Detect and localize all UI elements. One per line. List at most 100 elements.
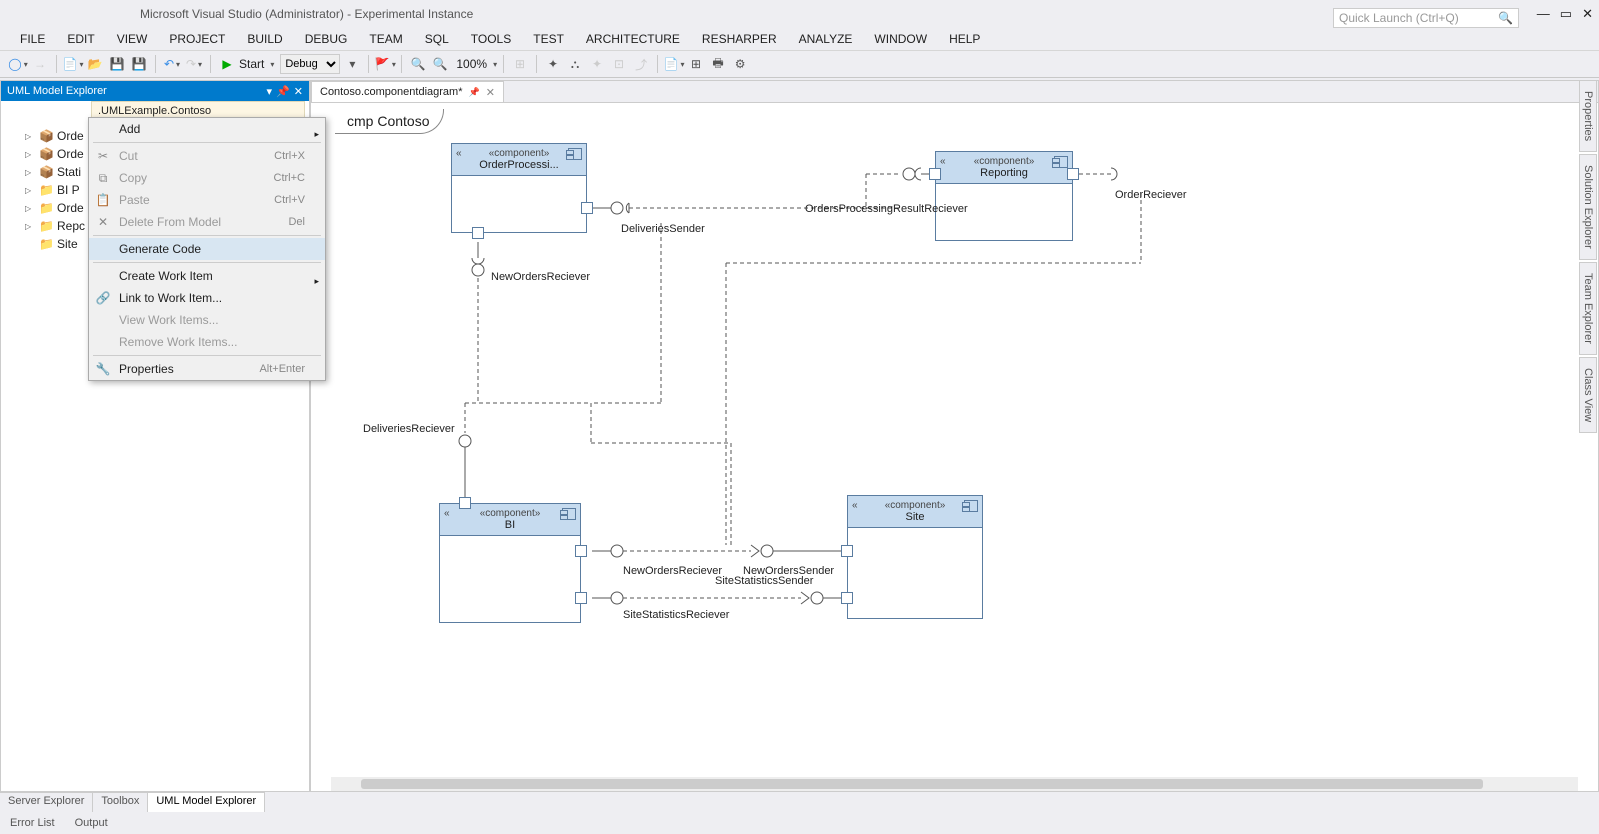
tool-icon[interactable]: ⛬ [565,54,585,74]
context-menu-item[interactable]: 🔗Link to Work Item... [89,287,325,309]
start-dropdown-icon[interactable]: ▾ [270,60,274,69]
save-all-button[interactable]: 💾 [129,54,149,74]
menu-build[interactable]: BUILD [237,30,292,48]
config-dropdown[interactable]: Debug [280,54,340,74]
component-orderprocessing[interactable]: ««component»OrderProcessi... [451,143,587,233]
port[interactable] [581,202,593,214]
menu-window[interactable]: WINDOW [864,30,937,48]
bottom-panel-tabs: Server Explorer Toolbox UML Model Explor… [0,792,265,812]
connector-label: SiteStatisticsSender [715,575,813,587]
port[interactable] [841,545,853,557]
side-tab-class-view[interactable]: Class View [1579,357,1597,433]
tool-icon[interactable]: 📄 [664,54,684,74]
tool-icon[interactable]: 🖶 [708,54,728,74]
zoom-dropdown-icon[interactable]: ▾ [493,60,497,69]
start-button[interactable]: ▶ [217,54,237,74]
connector-label: SiteStatisticsReciever [623,609,729,621]
diagram-canvas[interactable]: cmp Contoso [311,103,1598,775]
start-label[interactable]: Start [239,57,268,71]
tab-server-explorer[interactable]: Server Explorer [0,793,93,812]
tool-icon[interactable]: ✦ [543,54,563,74]
tool-icon[interactable]: ✦ [587,54,607,74]
separator [210,55,211,73]
pin-tab-icon[interactable]: 📌 [468,87,479,98]
tool-icon[interactable]: ⊞ [510,54,530,74]
menu-test[interactable]: TEST [523,30,574,48]
save-button[interactable]: 💾 [107,54,127,74]
back-button[interactable]: ◯ [8,54,28,74]
component-site[interactable]: ««component»Site [847,495,983,619]
window-controls: — ▭ ✕ [1537,6,1593,22]
port[interactable] [841,592,853,604]
minimize-icon[interactable]: — [1537,6,1550,22]
connector-label: DeliveriesReciever [363,423,455,435]
menu-file[interactable]: FILE [10,30,55,48]
tab-output[interactable]: Output [65,815,118,831]
menu-tools[interactable]: TOOLS [461,30,521,48]
side-tab-solution-explorer[interactable]: Solution Explorer [1579,154,1597,260]
menu-analyze[interactable]: ANALYZE [789,30,863,48]
tab-toolbox[interactable]: Toolbox [93,793,148,812]
status-bar-tabs: Error List Output [0,812,118,834]
port[interactable] [1067,168,1079,180]
undo-button[interactable]: ↶ [162,54,182,74]
port[interactable] [459,497,471,509]
connector-label: NewOrdersReciever [491,271,590,283]
zoom-in-icon[interactable]: 🔍 [408,54,428,74]
tab-uml-model-explorer[interactable]: UML Model Explorer [148,793,265,812]
zoom-out-icon[interactable]: 🔍 [430,54,450,74]
horizontal-scrollbar[interactable] [331,777,1578,791]
dropdown-icon[interactable]: ▾ [267,85,273,98]
menu-architecture[interactable]: ARCHITECTURE [576,30,690,48]
close-icon[interactable]: ✕ [1582,6,1593,22]
context-menu-item: 📋PasteCtrl+V [89,189,325,211]
context-menu-item[interactable]: Generate Code [89,238,325,260]
tool-icon[interactable]: ⤴ [631,54,651,74]
tool-icon[interactable]: ⊡ [609,54,629,74]
separator [368,55,369,73]
menu-resharper[interactable]: RESHARPER [692,30,787,48]
menu-team[interactable]: TEAM [359,30,412,48]
document-tab[interactable]: Contoso.componentdiagram* 📌 ✕ [311,81,504,102]
port[interactable] [575,545,587,557]
new-file-button[interactable]: 📄 [63,54,83,74]
quick-launch-input[interactable]: Quick Launch (Ctrl+Q) 🔍 [1333,8,1519,28]
menu-sql[interactable]: SQL [415,30,459,48]
context-menu-item[interactable]: 🔧PropertiesAlt+Enter [89,358,325,380]
close-tab-icon[interactable]: ✕ [486,86,495,99]
component-reporting[interactable]: ««component»Reporting [935,151,1073,241]
tool-icon[interactable]: ⚙ [730,54,750,74]
menu-edit[interactable]: EDIT [57,30,104,48]
separator [536,55,537,73]
separator [155,55,156,73]
config-more-icon[interactable]: ▾ [342,54,362,74]
context-menu-item[interactable]: Create Work Item [89,265,325,287]
menu-help[interactable]: HELP [939,30,990,48]
separator [401,55,402,73]
restore-icon[interactable]: ▭ [1560,6,1572,22]
diagram-title: cmp Contoso [335,109,444,134]
component-bi[interactable]: ««component»BI [439,503,581,623]
zoom-level[interactable]: 100% [452,57,491,71]
open-button[interactable]: 📂 [85,54,105,74]
menu-view[interactable]: VIEW [107,30,158,48]
forward-button[interactable]: → [30,54,50,74]
connector-label: NewOrdersReciever [623,565,722,577]
separator [503,55,504,73]
port[interactable] [575,592,587,604]
side-tab-team-explorer[interactable]: Team Explorer [1579,262,1597,355]
context-menu-item[interactable]: Add [89,118,325,140]
menu-project[interactable]: PROJECT [159,30,235,48]
tool-icon[interactable]: ⊞ [686,54,706,74]
right-side-tabs: Properties Solution Explorer Team Explor… [1579,80,1599,435]
tool-icon[interactable]: 🚩 [375,54,395,74]
pin-icon[interactable]: 📌 [276,85,290,98]
toolbar: ◯ → 📄 📂 💾 💾 ↶ ↷ ▶ Start ▾ Debug ▾ 🚩 🔍 🔍 … [0,50,1599,78]
tab-error-list[interactable]: Error List [0,815,65,831]
side-tab-properties[interactable]: Properties [1579,80,1597,152]
redo-button[interactable]: ↷ [184,54,204,74]
close-panel-icon[interactable]: ✕ [294,85,303,98]
port[interactable] [472,227,484,239]
menu-debug[interactable]: DEBUG [295,30,358,48]
port[interactable] [929,168,941,180]
